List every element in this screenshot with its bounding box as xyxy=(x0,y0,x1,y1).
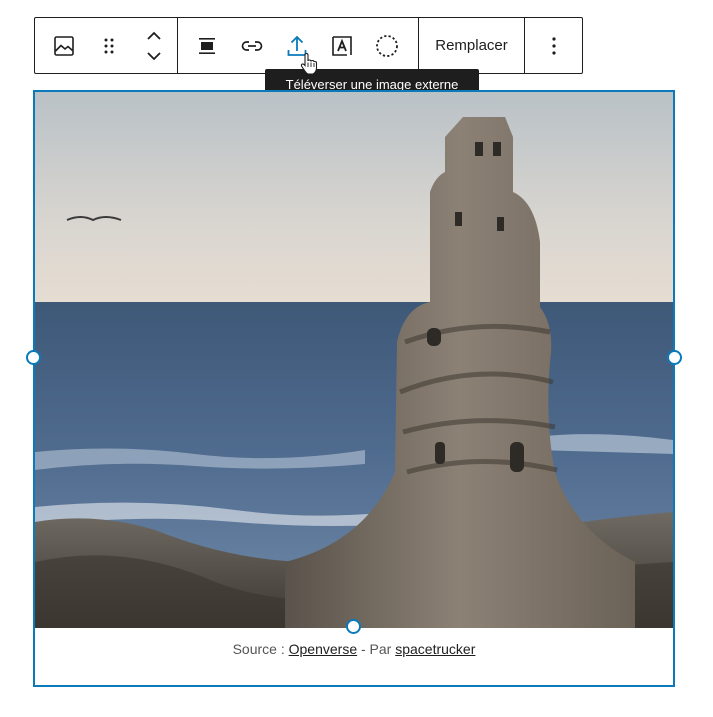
link-button[interactable] xyxy=(229,23,274,68)
caption-prefix: Source : xyxy=(232,641,289,657)
drag-handle-icon xyxy=(104,38,113,53)
replace-button[interactable]: Remplacer xyxy=(435,37,508,54)
move-up-down-icon xyxy=(146,31,161,60)
beach-image xyxy=(35,92,673,628)
caption-separator: - Par xyxy=(357,641,396,657)
image-icon xyxy=(53,35,74,56)
more-options-button[interactable] xyxy=(531,23,576,68)
image-block[interactable]: Source : Openverse - Par spacetrucker xyxy=(33,90,675,687)
text-overlay-icon xyxy=(331,35,352,56)
resize-handle-left[interactable] xyxy=(26,350,41,365)
author-link[interactable]: spacetrucker xyxy=(395,641,475,657)
source-link[interactable]: Openverse xyxy=(289,641,357,657)
link-icon xyxy=(241,40,262,51)
crop-shape-button[interactable] xyxy=(364,23,409,68)
resize-handle-bottom[interactable] xyxy=(346,619,361,634)
align-button[interactable] xyxy=(184,23,229,68)
toolbar-group-block xyxy=(35,18,177,73)
drag-handle-button[interactable] xyxy=(86,23,131,68)
resize-handle-right[interactable] xyxy=(667,350,682,365)
hand-cursor-icon xyxy=(300,52,318,75)
crop-circle-icon xyxy=(375,34,398,57)
sand-castle-photo[interactable] xyxy=(35,92,673,628)
text-overlay-button[interactable] xyxy=(319,23,364,68)
move-up-down-button[interactable] xyxy=(131,23,176,68)
image-caption: Source : Openverse - Par spacetrucker xyxy=(35,641,673,657)
toolbar-group-tools xyxy=(177,18,418,73)
align-icon xyxy=(198,37,215,54)
block-type-image-button[interactable] xyxy=(41,23,86,68)
vertical-ellipsis-icon xyxy=(551,36,556,55)
toolbar-group-more xyxy=(524,18,582,73)
toolbar-group-replace: Remplacer xyxy=(418,18,524,73)
